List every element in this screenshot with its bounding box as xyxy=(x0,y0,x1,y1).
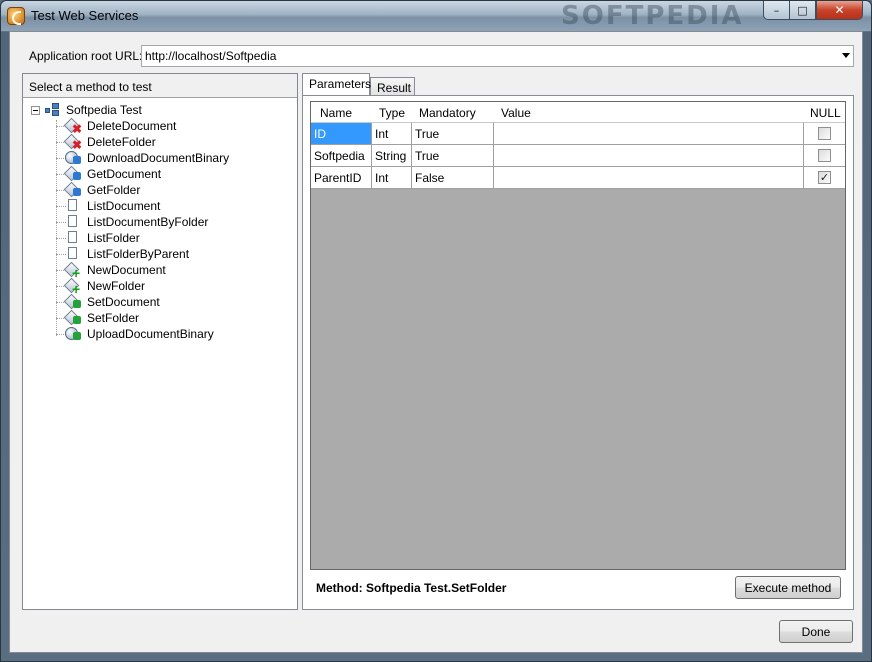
cell-name[interactable]: ID xyxy=(311,123,372,145)
close-button[interactable]: ✕ xyxy=(816,1,863,20)
cell-mandatory[interactable]: True xyxy=(412,145,494,167)
tree-item-label: SetFolder xyxy=(87,311,140,325)
list-method-icon xyxy=(65,198,81,214)
app-window: SOFTPEDIA Test Web Services – □ ✕ Applic… xyxy=(0,0,872,662)
tree-item-label: UploadDocumentBinary xyxy=(87,327,214,341)
done-button[interactable]: Done xyxy=(779,620,853,643)
list-method-icon xyxy=(65,230,81,246)
execute-method-button[interactable]: Execute method xyxy=(735,576,841,599)
cell-value[interactable] xyxy=(494,167,804,189)
list-method-icon xyxy=(65,246,81,262)
cell-null[interactable]: ✓ xyxy=(804,167,845,189)
parameters-grid[interactable]: Name Type Mandatory Value NULL ID Int True… xyxy=(310,101,846,570)
column-header-name[interactable]: Name xyxy=(320,106,352,120)
url-combobox[interactable]: http://localhost/Softpedia xyxy=(141,45,854,67)
delete-method-icon: ✖ xyxy=(63,133,82,151)
tree-root-label: Softpedia Test xyxy=(66,103,142,117)
collapse-icon[interactable] xyxy=(31,106,40,115)
parameters-page: Name Type Mandatory Value NULL ID Int True… xyxy=(302,95,854,610)
tree-item-label: NewFolder xyxy=(87,279,146,293)
null-checkbox[interactable]: ✓ xyxy=(818,171,831,184)
url-label: Application root URL: xyxy=(29,49,143,63)
get-method-icon xyxy=(63,165,81,182)
tree-item-label: DeleteFolder xyxy=(87,135,156,149)
table-row[interactable]: ParentID Int False ✓ xyxy=(311,167,845,189)
download-method-icon xyxy=(65,150,81,166)
delete-method-icon: ✖ xyxy=(63,117,82,135)
list-method-icon xyxy=(65,214,81,230)
cell-type[interactable]: String xyxy=(372,145,412,167)
tree-guide-line xyxy=(56,120,57,336)
set-method-icon xyxy=(63,309,81,326)
method-panel-title: Select a method to test xyxy=(29,80,152,94)
set-method-icon xyxy=(63,293,81,310)
method-panel: Select a method to test Softpedia Test ✖… xyxy=(22,73,298,610)
background-watermark: SOFTPEDIA xyxy=(561,1,744,31)
new-method-icon: + xyxy=(63,277,81,296)
cell-name[interactable]: ParentID xyxy=(311,167,372,189)
tree-item-label: SetDocument xyxy=(87,295,160,309)
cell-mandatory[interactable]: True xyxy=(412,123,494,145)
service-icon xyxy=(45,103,61,117)
tree-item-label: ListDocumentByFolder xyxy=(87,215,209,229)
method-panel-header: Select a method to test xyxy=(23,74,297,98)
null-checkbox[interactable] xyxy=(818,149,831,162)
tree-item-label: GetDocument xyxy=(87,167,162,181)
column-header-type[interactable]: Type xyxy=(379,106,405,120)
get-method-icon xyxy=(63,181,81,198)
tree-item-label: NewDocument xyxy=(87,263,166,277)
window-title: Test Web Services xyxy=(31,8,139,23)
selected-method-label: Method: Softpedia Test.SetFolder xyxy=(316,581,507,595)
cell-value[interactable] xyxy=(494,123,804,145)
cell-null[interactable] xyxy=(804,123,845,145)
cell-name[interactable]: Softpedia xyxy=(311,145,372,167)
tree-item-label: ListDocument xyxy=(87,199,161,213)
null-checkbox[interactable] xyxy=(818,127,831,140)
table-row[interactable]: ID Int True xyxy=(311,123,845,145)
cell-mandatory[interactable]: False xyxy=(412,167,494,189)
column-header-value[interactable]: Value xyxy=(501,106,531,120)
maximize-button[interactable]: □ xyxy=(789,1,816,20)
column-header-null[interactable]: NULL xyxy=(810,106,841,120)
tree-item-label: ListFolderByParent xyxy=(87,247,190,261)
upload-method-icon xyxy=(65,326,81,342)
app-icon[interactable] xyxy=(7,7,25,25)
minimize-button[interactable]: – xyxy=(763,1,790,20)
table-row[interactable]: Softpedia String True xyxy=(311,145,845,167)
tree-item-label: GetFolder xyxy=(87,183,141,197)
cell-null[interactable] xyxy=(804,145,845,167)
tree-item-label: ListFolder xyxy=(87,231,140,245)
dialog-client-area: Application root URL: http://localhost/S… xyxy=(9,31,863,653)
tree-item-label: DeleteDocument xyxy=(87,119,177,133)
title-bar[interactable]: SOFTPEDIA Test Web Services – □ ✕ xyxy=(1,1,871,31)
tab-result[interactable]: Result xyxy=(370,77,415,95)
grid-header: Name Type Mandatory Value NULL xyxy=(311,102,845,123)
new-method-icon: + xyxy=(63,261,81,280)
column-header-mandatory[interactable]: Mandatory xyxy=(419,106,476,120)
tree-item-label: DownloadDocumentBinary xyxy=(87,151,230,165)
cell-type[interactable]: Int xyxy=(372,123,412,145)
cell-type[interactable]: Int xyxy=(372,167,412,189)
cell-value[interactable] xyxy=(494,145,804,167)
url-value[interactable]: http://localhost/Softpedia xyxy=(145,49,276,63)
tab-parameters[interactable]: Parameters xyxy=(302,73,371,95)
dropdown-arrow-icon[interactable] xyxy=(842,53,850,58)
